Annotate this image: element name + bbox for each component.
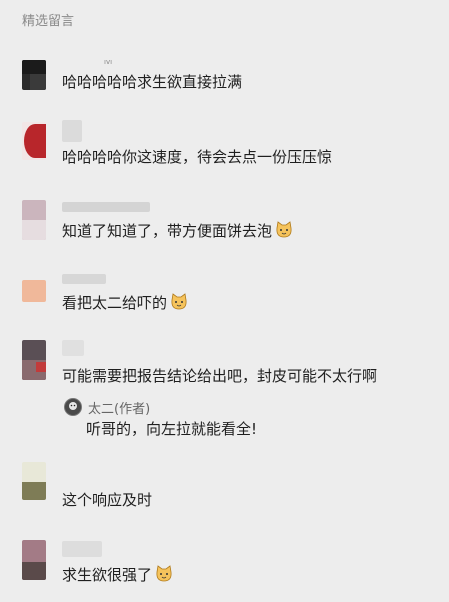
cat-face-icon (156, 565, 172, 582)
avatar[interactable] (22, 280, 46, 302)
section-title: 精选留言 (22, 14, 75, 29)
featured-comments-page: 精选留言 ıvı 哈哈哈哈哈求生欲直接拉满 哈哈哈哈你这速度，待会去点一份压压惊… (0, 0, 449, 602)
nickname-blurred (62, 340, 84, 356)
avatar[interactable] (22, 540, 46, 580)
author-reply-header: 太二(作者) (64, 398, 151, 417)
avatar[interactable] (22, 200, 46, 240)
comment-text: 看把太二给吓的 (62, 292, 189, 313)
nickname-fragment: ıvı (104, 58, 113, 66)
comment-text: 知道了知道了，带方便面饼去泡 (62, 220, 294, 241)
comment-text-body: 看把太二给吓的 (62, 294, 168, 312)
nickname-blurred (62, 541, 102, 557)
comment-text-body: 知道了知道了，带方便面饼去泡 (62, 222, 273, 240)
author-name: 太二(作者) (88, 401, 151, 417)
avatar[interactable] (22, 340, 46, 380)
author-avatar[interactable] (64, 398, 82, 416)
comment-text-body: 求生欲很强了 (62, 566, 153, 584)
comment-text: 哈哈哈哈你这速度，待会去点一份压压惊 (62, 148, 333, 166)
comment-text: 求生欲很强了 (62, 564, 174, 585)
cat-face-icon (171, 293, 187, 310)
comment-text: 可能需要把报告结论给出吧，封皮可能不太行啊 (62, 367, 378, 385)
comment-text: 这个响应及时 (62, 491, 153, 509)
cat-face-icon (276, 221, 292, 238)
comment-text: 哈哈哈哈哈求生欲直接拉满 (62, 73, 243, 91)
avatar[interactable] (22, 462, 46, 500)
avatar[interactable] (22, 60, 46, 90)
nickname-blurred (62, 202, 150, 212)
avatar[interactable] (22, 122, 46, 160)
author-face-icon (65, 399, 81, 415)
author-reply-text: 听哥的，向左拉就能看全! (86, 420, 258, 438)
nickname-blurred (62, 274, 106, 284)
nickname-blurred (62, 120, 82, 142)
